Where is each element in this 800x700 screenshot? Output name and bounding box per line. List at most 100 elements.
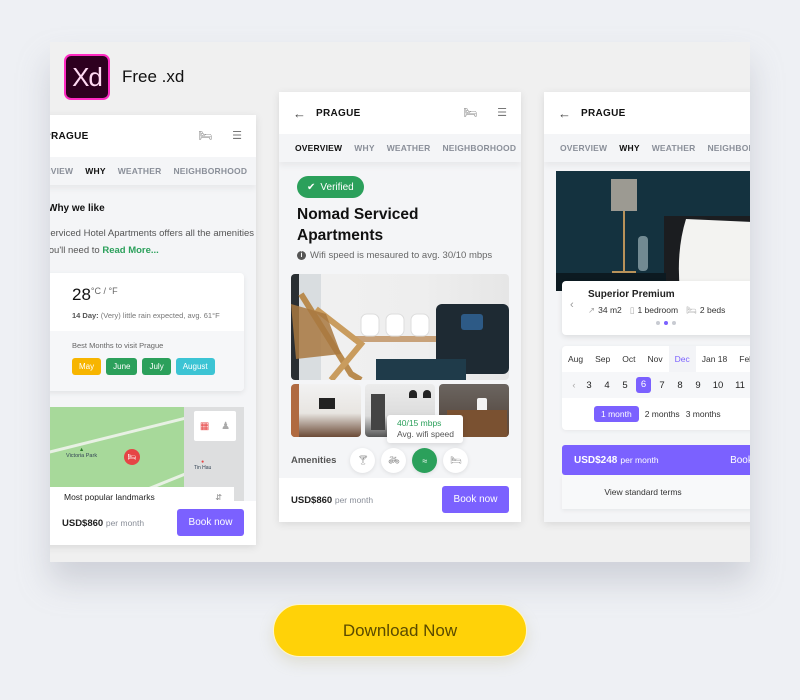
unit-toggle[interactable]: °C / °F — [91, 286, 118, 296]
price-value: USD$860 — [291, 494, 333, 506]
month-tag: July — [142, 358, 171, 375]
month-option-selected[interactable]: Dec — [668, 346, 696, 372]
door-icon: ▯ — [629, 305, 635, 315]
price-value: USD$860 — [62, 517, 104, 529]
street-view-icon[interactable]: ♟ — [221, 421, 230, 432]
download-now-button[interactable]: Download Now — [273, 604, 527, 657]
month-option[interactable]: Oct — [616, 346, 641, 372]
room-size: ↗ 34 m2 — [588, 305, 622, 315]
tab-bar: OVERVIEW WHY WEATHER NEIGHBORHOOD — [544, 134, 750, 162]
info-icon: i — [297, 251, 306, 260]
preview-canvas: Xd Free .xd PRAGUE 🛏︎ ☰ OVERVIEW WHY WEA… — [50, 42, 750, 562]
day-option[interactable]: 4 — [598, 380, 616, 391]
month-option[interactable]: Nov — [641, 346, 668, 372]
tooltip-value: 40/15 mbps — [397, 418, 442, 428]
duration-option[interactable]: 3 months — [686, 409, 721, 419]
chevron-left-icon[interactable]: ‹ — [568, 380, 580, 391]
book-price-button[interactable]: USD$248 per month Book now — [562, 445, 750, 475]
month-tag: June — [106, 358, 138, 375]
bed-icon[interactable]: 🛏︎ — [198, 129, 212, 142]
temperature-value: 28 — [72, 285, 91, 304]
read-more-link[interactable]: Read More... — [102, 245, 159, 256]
carousel-dot-active[interactable] — [664, 321, 668, 325]
map-view-icon[interactable]: ▦ — [200, 421, 209, 432]
adobe-xd-logo: Xd — [64, 54, 110, 100]
book-now-label: Book now — [730, 454, 750, 466]
back-arrow-icon[interactable]: ← — [558, 106, 571, 121]
book-now-button[interactable]: Book now — [442, 486, 509, 513]
day-option[interactable]: 5 — [616, 380, 634, 391]
cocktail-icon[interactable]: 🍸︎ — [350, 448, 376, 473]
best-months-section: Best Months to visit Prague May June Jul… — [50, 331, 244, 391]
top-bar: PRAGUE 🛏︎ ☰ — [50, 115, 256, 157]
price-period: per month — [620, 455, 659, 465]
view-terms-link[interactable]: View standard terms — [562, 475, 750, 509]
lamp-shape — [423, 390, 431, 398]
temperature: 28°C / °F — [72, 285, 118, 305]
bed-icon: 🛏︎ — [686, 305, 697, 315]
price: USD$860 per month — [291, 495, 373, 506]
back-arrow-icon[interactable]: ← — [293, 106, 306, 121]
bed-icon[interactable]: 🛏︎ — [463, 106, 477, 119]
menu-icon[interactable]: ☰ — [232, 129, 242, 142]
apartment-title: Nomad Serviced Apartments — [297, 206, 419, 244]
tab-why[interactable]: WHY — [85, 166, 105, 176]
tab-why[interactable]: WHY — [354, 143, 374, 153]
month-tags: May June July August — [72, 358, 215, 375]
carousel-dot[interactable] — [672, 321, 676, 325]
duration-option[interactable]: 2 months — [645, 409, 680, 419]
tab-weather[interactable]: WEATHER — [118, 166, 162, 176]
tab-neighborhood[interactable]: NEIGHBORHOOD — [173, 166, 247, 176]
tab-weather[interactable]: WEATHER — [652, 143, 696, 153]
tab-overview[interactable]: OVERVIEW — [295, 143, 342, 153]
day-option[interactable]: 11 — [729, 380, 750, 391]
carousel-dots — [656, 321, 676, 325]
hotel-pin-icon[interactable]: 🛏︎ — [124, 449, 140, 465]
wifi-icon[interactable]: ≈ — [412, 448, 438, 473]
price: USD$860 per month — [62, 518, 144, 529]
day-option[interactable]: 10 — [707, 380, 729, 391]
tab-overview[interactable]: OVERVIEW — [50, 166, 73, 176]
fridge-shape — [371, 394, 385, 430]
map-park-label: ▲ Victoria Park — [66, 447, 98, 459]
month-option[interactable]: Feb — [733, 346, 750, 372]
chevron-left-icon[interactable]: ‹ — [570, 299, 574, 311]
day-option-selected[interactable]: 6 — [636, 377, 651, 393]
forecast: 14 Day: (Very) little rain expected, avg… — [72, 311, 220, 320]
section-title: Why we like — [50, 203, 105, 214]
date-picker: Aug Sep Oct Nov Dec Jan 18 Feb ‹ 3 4 5 6… — [562, 346, 750, 430]
weather-card: 28°C / °F 14 Day: (Very) little rain exp… — [50, 273, 244, 391]
tab-overview[interactable]: OVERVIEW — [560, 143, 607, 153]
month-option[interactable]: Jan 18 — [696, 346, 734, 372]
forecast-label: 14 Day: — [72, 311, 99, 320]
book-now-button[interactable]: Book now — [177, 509, 244, 536]
month-option[interactable]: Sep — [589, 346, 616, 372]
top-bar: ← PRAGUE 🛏︎ ☰ — [279, 92, 521, 134]
bike-icon[interactable]: 🚲︎ — [381, 448, 407, 473]
menu-icon[interactable]: ☰ — [497, 106, 507, 119]
best-months-title: Best Months to visit Prague — [72, 341, 164, 350]
map-controls: ▦ ♟ — [194, 411, 236, 441]
tab-why[interactable]: WHY — [619, 143, 639, 153]
wifi-tooltip: 40/15 mbps Avg. wifi speed — [387, 415, 463, 443]
tab-neighborhood[interactable]: NEIGHBORHOOD — [707, 143, 750, 153]
room-photo[interactable] — [556, 171, 750, 291]
wifi-note-text: Wifi speed is mesaured to avg. 30/10 mbp… — [310, 250, 493, 261]
carousel-dot[interactable] — [656, 321, 660, 325]
hero-photo[interactable] — [291, 274, 509, 380]
room-name: Superior Premium — [588, 289, 675, 300]
day-option[interactable]: 8 — [671, 380, 689, 391]
day-option[interactable]: 9 — [689, 380, 707, 391]
duration-option-selected[interactable]: 1 month — [594, 406, 639, 422]
tab-neighborhood[interactable]: NEIGHBORHOOD — [442, 143, 516, 153]
city-title: PRAGUE — [50, 130, 89, 142]
day-selector: ‹ 3 4 5 6 7 8 9 10 11 — [562, 372, 750, 398]
bottom-bar: USD$860 per month Book now — [279, 478, 521, 522]
bed-icon[interactable]: 🛏︎ — [443, 448, 469, 473]
month-selector: Aug Sep Oct Nov Dec Jan 18 Feb — [562, 346, 750, 372]
thumbnail-photo[interactable] — [291, 384, 361, 437]
tab-weather[interactable]: WEATHER — [387, 143, 431, 153]
day-option[interactable]: 7 — [653, 380, 671, 391]
month-option[interactable]: Aug — [562, 346, 589, 372]
day-option[interactable]: 3 — [580, 380, 598, 391]
